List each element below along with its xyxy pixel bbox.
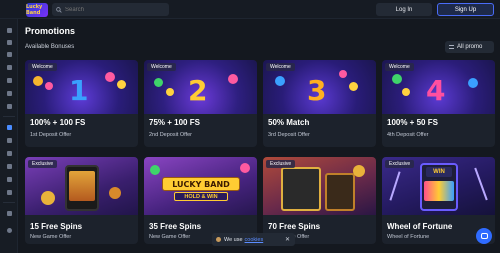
promo-title: 15 Free Spins xyxy=(30,222,83,231)
promo-filter-dropdown[interactable]: All promo xyxy=(445,41,494,53)
filter-icon xyxy=(449,45,454,49)
promo-card[interactable]: 4 Welcome 100% + 50 FS 4th Deposit Offer xyxy=(382,60,495,147)
sidebar-download-icon[interactable] xyxy=(5,209,13,217)
login-button[interactable]: Log In xyxy=(376,3,432,16)
promo-tag: Welcome xyxy=(147,63,176,71)
promo-subtitle: 4th Deposit Offer xyxy=(387,132,429,138)
promo-card[interactable]: Exclusive 70 Free Spins New Game Offer xyxy=(263,157,376,244)
sidebar-live-icon[interactable] xyxy=(5,63,13,71)
page-title: Promotions xyxy=(25,26,76,36)
filter-label: All promo xyxy=(457,44,483,50)
app-root: Lucky Band Log In Sign Up Promotions Ava… xyxy=(0,0,500,253)
promo-title: Wheel of Fortune xyxy=(387,222,453,231)
sidebar-shop-icon[interactable] xyxy=(5,162,13,170)
promo-subtitle: Wheel of Fortune xyxy=(387,234,430,240)
section-label: Available Bonuses xyxy=(25,44,75,50)
search-box[interactable] xyxy=(52,3,169,16)
promo-tag: Exclusive xyxy=(28,160,58,168)
promo-subtitle: New Game Offer xyxy=(30,234,72,240)
promo-card[interactable]: LUCKY BAND HOLD & WIN 35 Free Spins New … xyxy=(144,157,257,244)
promo-title: 70 Free Spins xyxy=(268,222,321,231)
deposit-number: 1 xyxy=(69,74,89,107)
cookie-text: We use xyxy=(224,236,243,243)
promo-title: 75% + 100 FS xyxy=(149,118,200,127)
promo-title: 35 Free Spins xyxy=(149,222,202,231)
promo-subtitle: 2nd Deposit Offer xyxy=(149,132,193,138)
sidebar-jackpot-icon[interactable] xyxy=(5,89,13,97)
deposit-number: 4 xyxy=(426,74,446,107)
sidebar-vip-icon[interactable] xyxy=(5,136,13,144)
promo-title: 100% + 50 FS xyxy=(387,118,438,127)
top-bar: Lucky Band Log In Sign Up xyxy=(0,0,500,19)
sidebar-new-icon[interactable] xyxy=(5,102,13,110)
promo-subtitle: 3rd Deposit Offer xyxy=(268,132,310,138)
game-banner: LUCKY BAND xyxy=(162,177,240,191)
search-input[interactable] xyxy=(65,6,165,13)
sidebar-language-icon[interactable] xyxy=(5,226,13,234)
sidebar-promotions-icon[interactable] xyxy=(5,123,13,131)
promo-subtitle: New Game Offer xyxy=(149,234,191,240)
promo-tag: Welcome xyxy=(28,63,57,71)
sidebar-slots-icon[interactable] xyxy=(5,50,13,58)
sidebar xyxy=(0,0,18,253)
chat-button[interactable] xyxy=(476,228,492,244)
close-icon[interactable]: ✕ xyxy=(285,236,290,243)
site-logo[interactable]: Lucky Band xyxy=(26,3,48,17)
promo-subtitle: 1st Deposit Offer xyxy=(30,132,72,138)
promo-title: 50% Match xyxy=(268,118,310,127)
win-banner: WIN xyxy=(426,167,452,177)
promo-card[interactable]: 1 Welcome 100% + 100 FS 1st Deposit Offe… xyxy=(25,60,138,147)
deposit-number: 3 xyxy=(307,74,327,107)
cookie-icon xyxy=(216,237,221,242)
sidebar-divider xyxy=(3,202,15,203)
sidebar-tables-icon[interactable] xyxy=(5,76,13,84)
search-icon xyxy=(56,6,62,13)
promo-card[interactable]: 3 Welcome 50% Match 3rd Deposit Offer xyxy=(263,60,376,147)
sidebar-divider xyxy=(3,116,15,117)
promo-card[interactable]: Exclusive 15 Free Spins New Game Offer xyxy=(25,157,138,244)
sidebar-home-icon[interactable] xyxy=(5,26,13,34)
promo-tag: Welcome xyxy=(266,63,295,71)
promo-tag: Exclusive xyxy=(385,160,415,168)
cookies-link[interactable]: cookies xyxy=(245,237,264,243)
promo-title: 100% + 100 FS xyxy=(30,118,86,127)
game-subbanner: HOLD & WIN xyxy=(174,192,228,201)
cookie-banner: We use cookies ✕ xyxy=(212,233,295,246)
sidebar-tournaments-icon[interactable] xyxy=(5,149,13,157)
sidebar-support-icon[interactable] xyxy=(5,188,13,196)
promo-tag: Welcome xyxy=(385,63,414,71)
deposit-number: 2 xyxy=(188,74,208,107)
sidebar-wheel-icon[interactable] xyxy=(5,175,13,183)
chat-icon xyxy=(480,233,488,239)
sidebar-casino-icon[interactable] xyxy=(5,38,13,46)
promo-tag: Exclusive xyxy=(266,160,296,168)
promo-card-image: LUCKY BAND HOLD & WIN xyxy=(144,157,257,215)
signup-button[interactable]: Sign Up xyxy=(437,3,494,16)
promo-card[interactable]: 2 Welcome 75% + 100 FS 2nd Deposit Offer xyxy=(144,60,257,147)
